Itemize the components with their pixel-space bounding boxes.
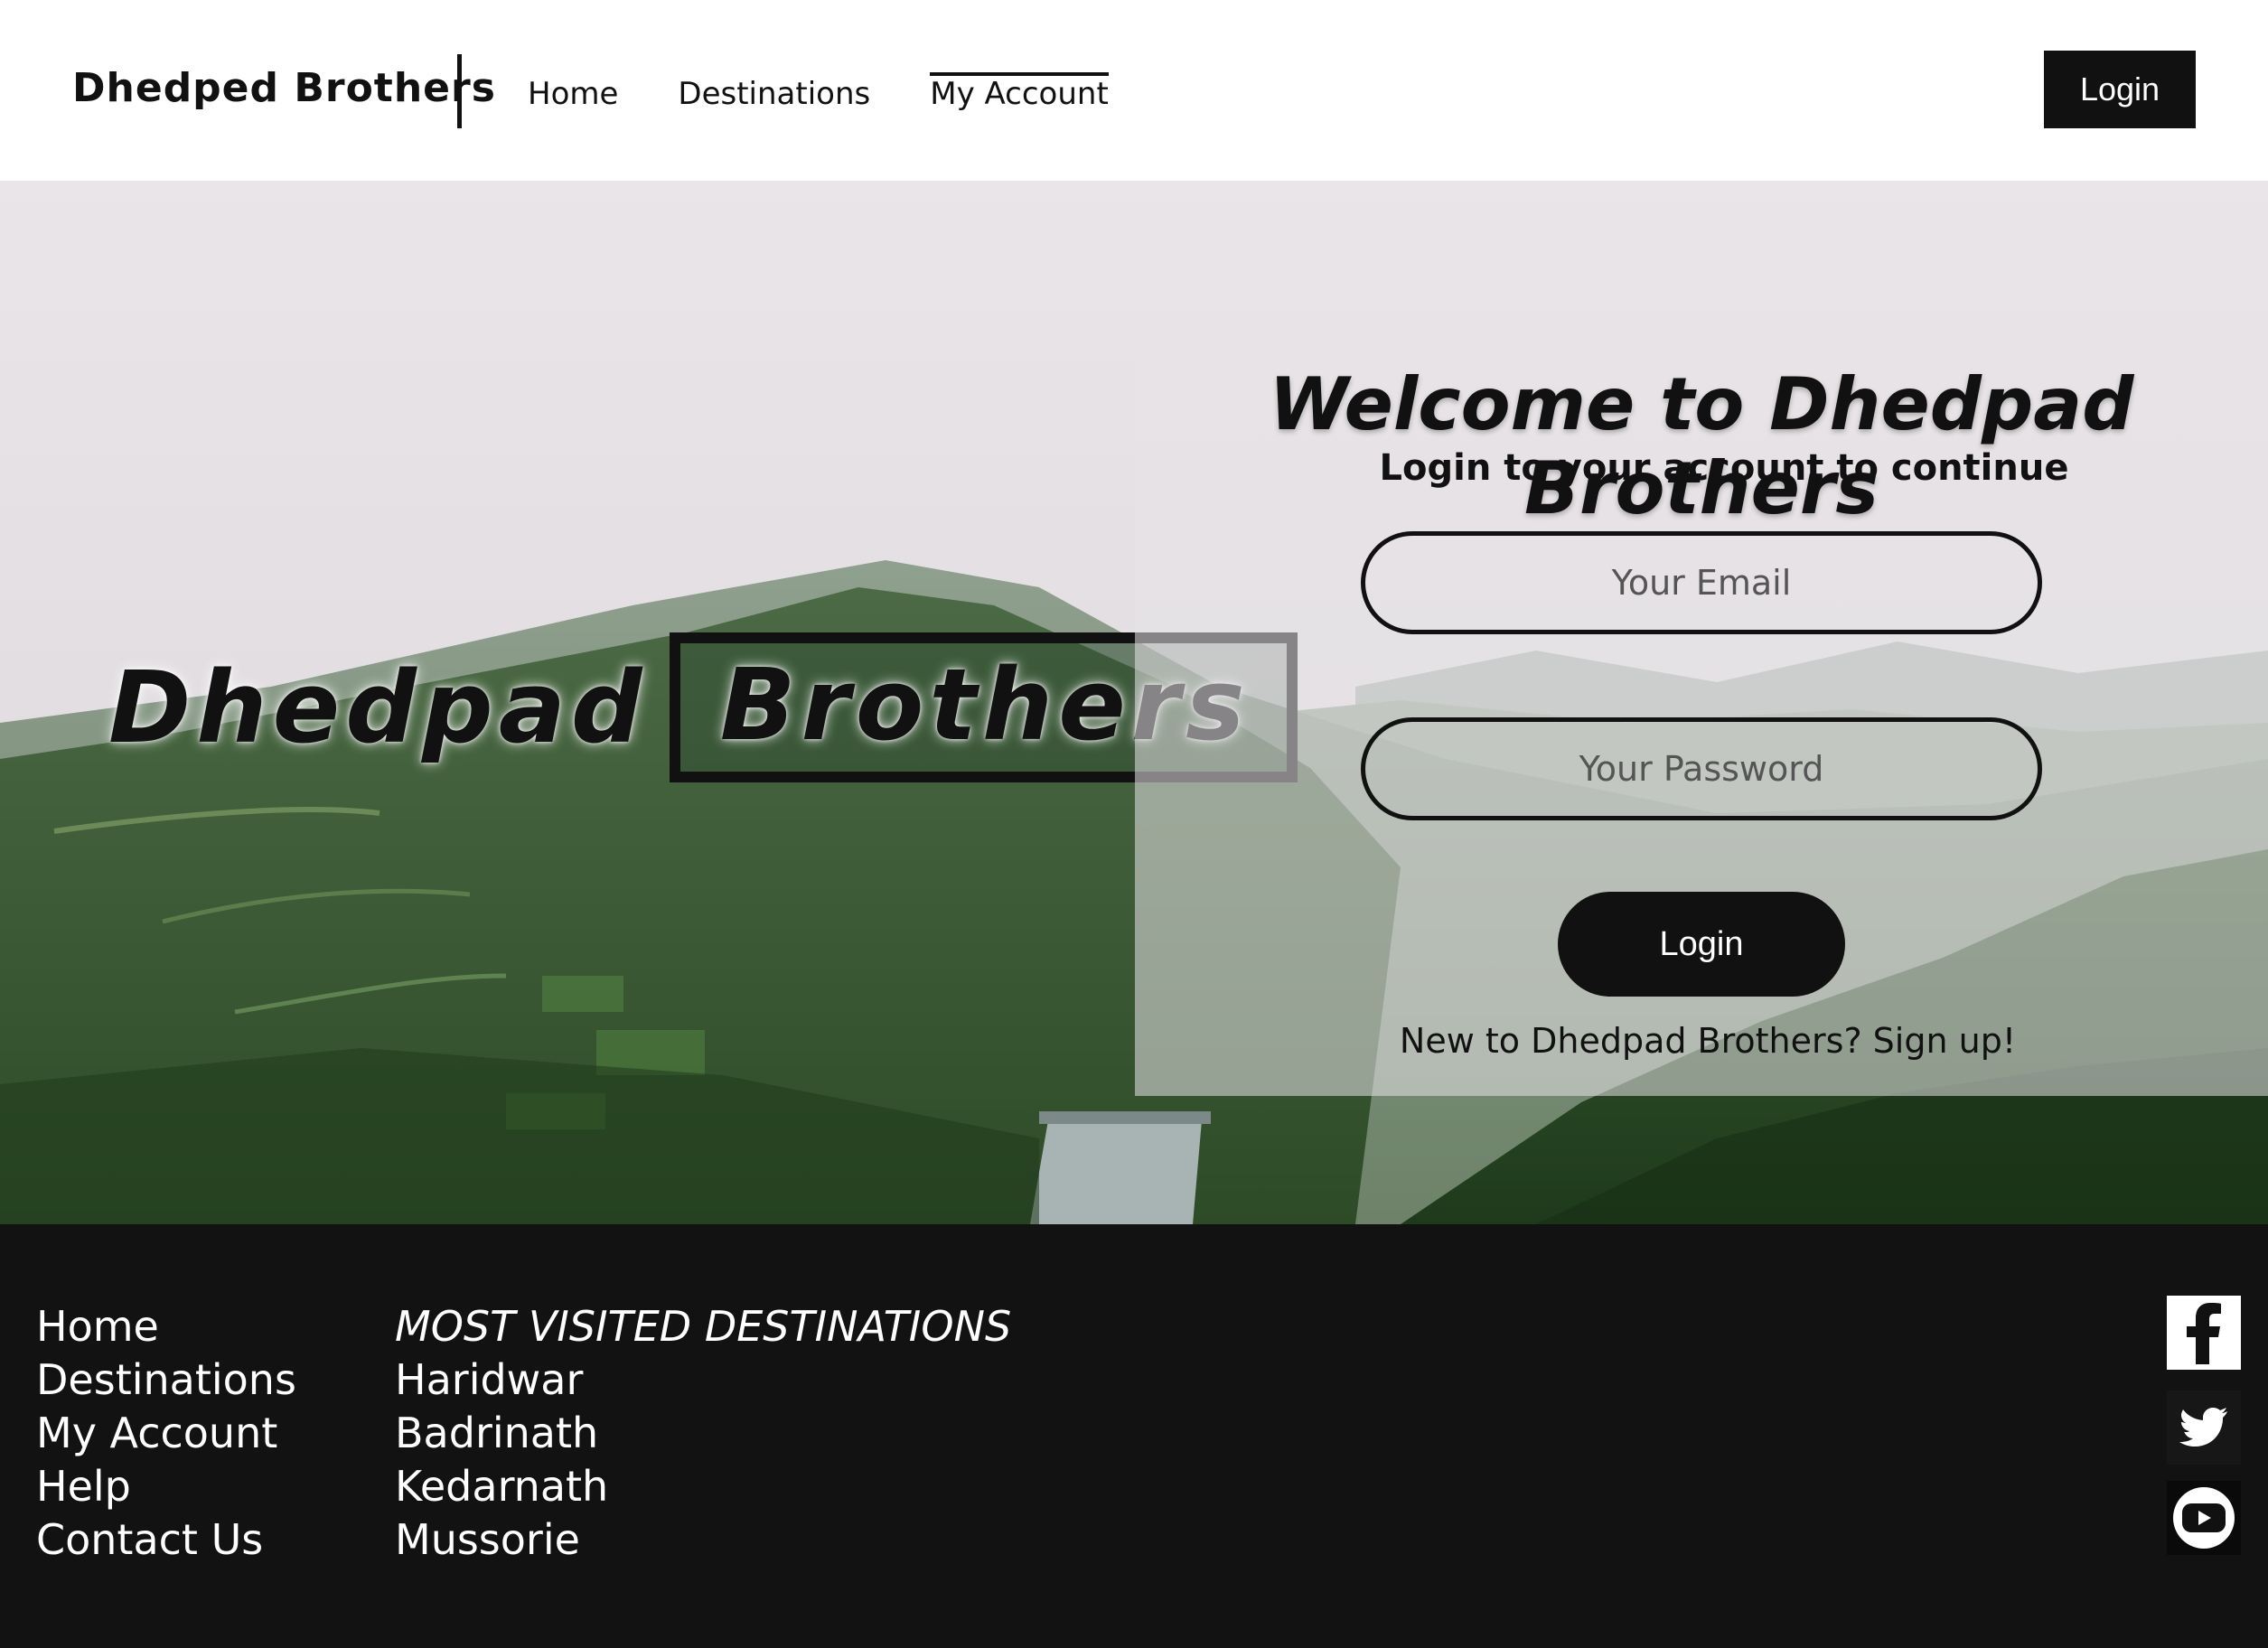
email-field[interactable] — [1361, 531, 2042, 634]
password-field[interactable] — [1361, 717, 2042, 820]
signup-link[interactable]: New to Dhedpad Brothers? Sign up! — [1135, 1021, 2268, 1061]
footer-link-contact-us[interactable]: Contact Us — [36, 1513, 296, 1567]
footer-destination-mussorie[interactable]: Mussorie — [395, 1513, 1011, 1567]
brand-divider — [457, 54, 462, 128]
hero-logo: Dhedpad Brothers — [108, 632, 1298, 782]
facebook-icon[interactable] — [2167, 1296, 2241, 1370]
login-subtitle: Login to your account to continue — [1379, 447, 2069, 489]
footer-destinations: MOST VISITED DESTINATIONS Haridwar Badri… — [395, 1300, 1011, 1567]
nav-my-account[interactable]: My Account — [930, 72, 1109, 112]
youtube-glyph — [2173, 1487, 2235, 1549]
footer-destination-haridwar[interactable]: Haridwar — [395, 1353, 1011, 1407]
footer: Home Destinations My Account Help Contac… — [0, 1224, 2268, 1648]
hero-logo-word-1: Dhedpad — [108, 650, 648, 765]
youtube-icon[interactable] — [2167, 1481, 2241, 1555]
twitter-icon[interactable] — [2167, 1390, 2241, 1465]
top-navbar: Dhedped Brothers Home Destinations My Ac… — [0, 0, 2268, 181]
footer-link-home[interactable]: Home — [36, 1300, 296, 1353]
main-nav: Home Destinations My Account — [528, 72, 1109, 112]
login-panel: Welcome to Dhedpad Brothers Login to you… — [1135, 310, 2268, 1096]
brand-logo[interactable]: Dhedped Brothers — [72, 65, 496, 111]
nav-home[interactable]: Home — [528, 72, 618, 112]
login-title: Welcome to Dhedpad Brothers — [1269, 362, 2134, 530]
footer-link-destinations[interactable]: Destinations — [36, 1353, 296, 1407]
footer-link-my-account[interactable]: My Account — [36, 1407, 296, 1460]
footer-link-help[interactable]: Help — [36, 1460, 296, 1513]
footer-links: Home Destinations My Account Help Contac… — [36, 1300, 296, 1567]
facebook-glyph — [2187, 1303, 2221, 1364]
twitter-glyph — [2179, 1408, 2227, 1447]
hero-section: Dhedpad Brothers Welcome to Dhedpad Brot… — [0, 181, 2268, 1224]
footer-destination-kedarnath[interactable]: Kedarnath — [395, 1460, 1011, 1513]
footer-destinations-heading: MOST VISITED DESTINATIONS — [395, 1302, 1012, 1351]
login-submit-button[interactable]: Login — [1558, 892, 1845, 997]
nav-destinations[interactable]: Destinations — [678, 72, 870, 112]
footer-destination-badrinath[interactable]: Badrinath — [395, 1407, 1011, 1460]
header-login-button[interactable]: Login — [2044, 51, 2196, 128]
